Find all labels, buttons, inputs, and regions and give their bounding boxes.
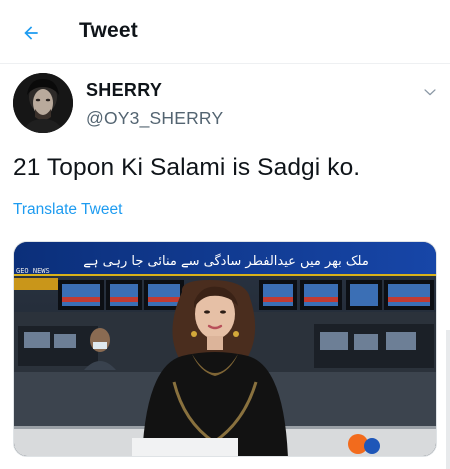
author-display-name[interactable]: SHERRY xyxy=(86,80,162,101)
page-title: Tweet xyxy=(79,19,138,42)
tweet-text: 21 Topon Ki Salami is Sadgi ko. xyxy=(13,154,361,181)
scrollbar-track[interactable] xyxy=(446,330,450,469)
translate-tweet-link[interactable]: Translate Tweet xyxy=(13,201,122,219)
back-button[interactable] xyxy=(14,16,48,50)
channel-label: GEO NEWS xyxy=(16,267,50,275)
chevron-down-icon xyxy=(424,89,436,96)
more-options-button[interactable] xyxy=(420,82,440,102)
top-bar: Tweet xyxy=(0,0,450,64)
avatar[interactable] xyxy=(13,73,73,133)
tweet-media-image[interactable]: ملک بھر میں عیدالفطر سادگی سے منائی جا ر… xyxy=(13,241,437,457)
arrow-left-icon xyxy=(24,26,38,40)
author-handle[interactable]: @OY3_SHERRY xyxy=(86,108,223,129)
ticker-text: ملک بھر میں عیدالفطر سادگی سے منائی جا ر… xyxy=(83,253,369,269)
